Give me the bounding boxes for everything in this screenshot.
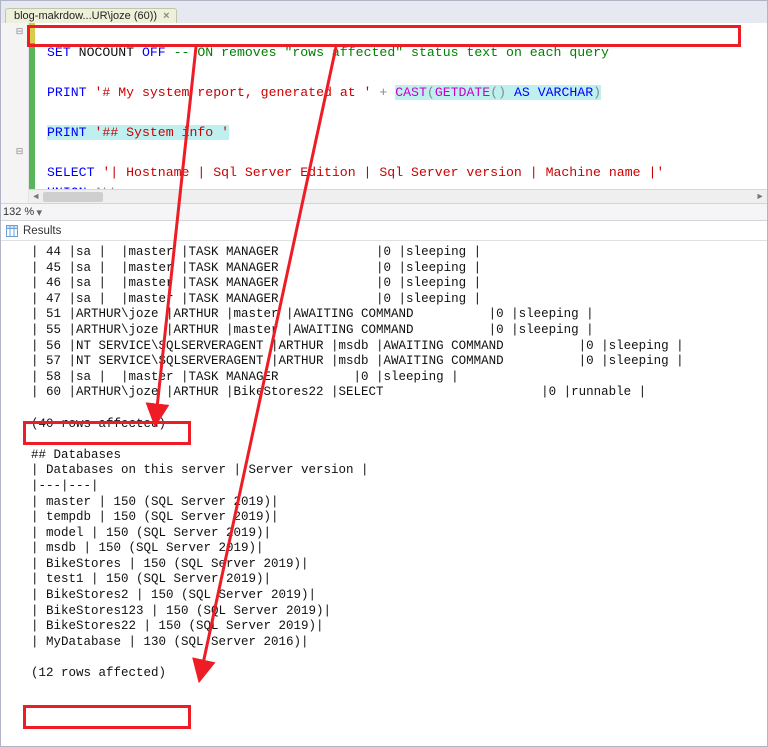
- editor-gutter: ⊟ ⊟: [1, 23, 29, 203]
- tab-title: blog-makrdow...UR\joze (60)): [14, 10, 157, 22]
- scrollbar-track[interactable]: [43, 190, 753, 204]
- close-icon[interactable]: ×: [163, 10, 169, 22]
- editor-tab[interactable]: blog-makrdow...UR\joze (60)) ×: [5, 8, 177, 23]
- fold-icon[interactable]: ⊟: [15, 28, 24, 37]
- results-label: Results: [23, 225, 61, 237]
- tab-strip: blog-makrdow...UR\joze (60)) ×: [1, 1, 767, 23]
- results-text: | 44 |sa | |master |TASK MANAGER |0 |sle…: [1, 241, 767, 686]
- sql-editor[interactable]: ⊟ ⊟ SET NOCOUNT OFF -- ON removes "rows …: [1, 23, 767, 203]
- app-window: blog-makrdow...UR\joze (60)) × ⊟ ⊟ SET N…: [0, 0, 768, 747]
- scroll-right-icon[interactable]: ►: [753, 190, 767, 204]
- results-icon: [5, 224, 19, 238]
- code-area[interactable]: SET NOCOUNT OFF -- ON removes "rows affe…: [29, 23, 767, 189]
- results-pane[interactable]: | 44 |sa | |master |TASK MANAGER |0 |sle…: [1, 241, 767, 746]
- scroll-left-icon[interactable]: ◄: [29, 190, 43, 204]
- fold-icon[interactable]: ⊟: [15, 148, 24, 157]
- horizontal-scrollbar[interactable]: ◄ ►: [29, 189, 767, 203]
- scrollbar-thumb[interactable]: [43, 192, 103, 202]
- change-marker: [29, 23, 35, 43]
- change-marker: [29, 43, 35, 189]
- results-tab[interactable]: Results: [1, 221, 767, 241]
